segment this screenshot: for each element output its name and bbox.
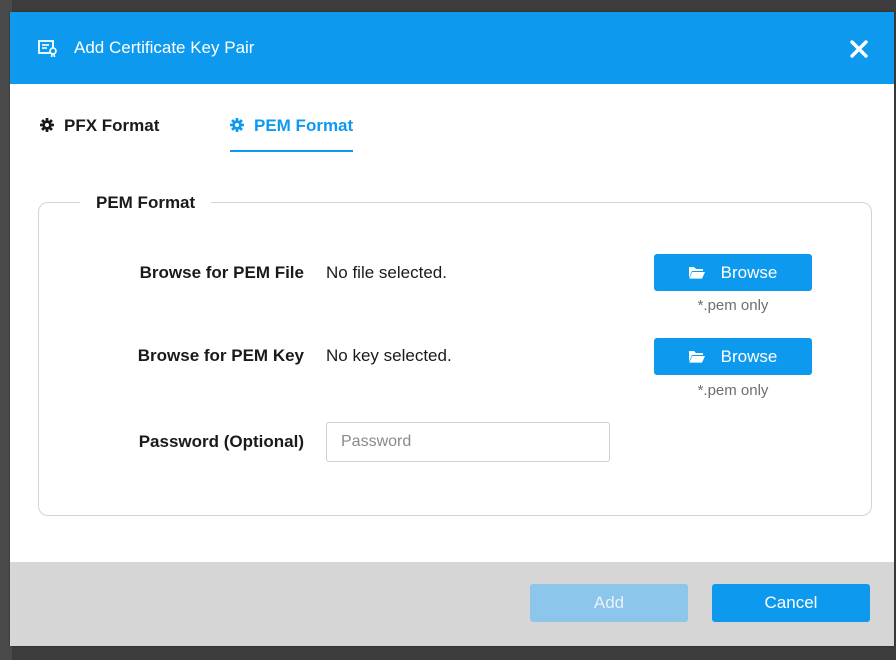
- section-legend: PEM Format: [80, 192, 212, 214]
- pem-key-status: No key selected.: [326, 346, 452, 365]
- gear-icon: [40, 118, 54, 132]
- add-certificate-dialog: Add Certificate Key Pair PFX Format PEM …: [10, 12, 894, 646]
- folder-open-icon: [688, 267, 705, 279]
- tab-pem-format[interactable]: PEM Format: [230, 112, 354, 152]
- add-button[interactable]: Add: [530, 584, 688, 622]
- tab-pfx-format[interactable]: PFX Format: [40, 112, 159, 150]
- dialog-title: Add Certificate Key Pair: [74, 38, 255, 57]
- password-label: Password (Optional): [138, 432, 304, 451]
- browse-pem-file-button[interactable]: Browse: [654, 254, 812, 291]
- pem-file-status: No file selected.: [326, 263, 447, 282]
- dialog-titlebar: Add Certificate Key Pair: [10, 12, 894, 84]
- gear-icon: [230, 118, 244, 132]
- browse-pem-file-label: Browse: [720, 263, 778, 282]
- tab-pem-label: PEM Format: [254, 116, 354, 135]
- browse-pem-key-label: Browse: [720, 347, 778, 366]
- password-input[interactable]: [326, 422, 610, 462]
- cancel-button[interactable]: Cancel: [712, 584, 870, 622]
- pem-key-label: Browse for PEM Key: [137, 346, 304, 365]
- pem-file-label: Browse for PEM File: [139, 263, 304, 282]
- folder-open-icon: [688, 351, 705, 363]
- close-icon[interactable]: [846, 36, 872, 62]
- certificate-icon: [38, 40, 57, 58]
- browse-pem-key-button[interactable]: Browse: [654, 338, 812, 375]
- format-tabs: PFX Format PEM Format: [10, 112, 894, 152]
- pem-file-hint: *.pem only: [697, 297, 769, 314]
- dialog-footer: Add Cancel: [10, 562, 894, 646]
- pem-key-hint: *.pem only: [697, 382, 769, 399]
- tab-pfx-label: PFX Format: [64, 116, 160, 135]
